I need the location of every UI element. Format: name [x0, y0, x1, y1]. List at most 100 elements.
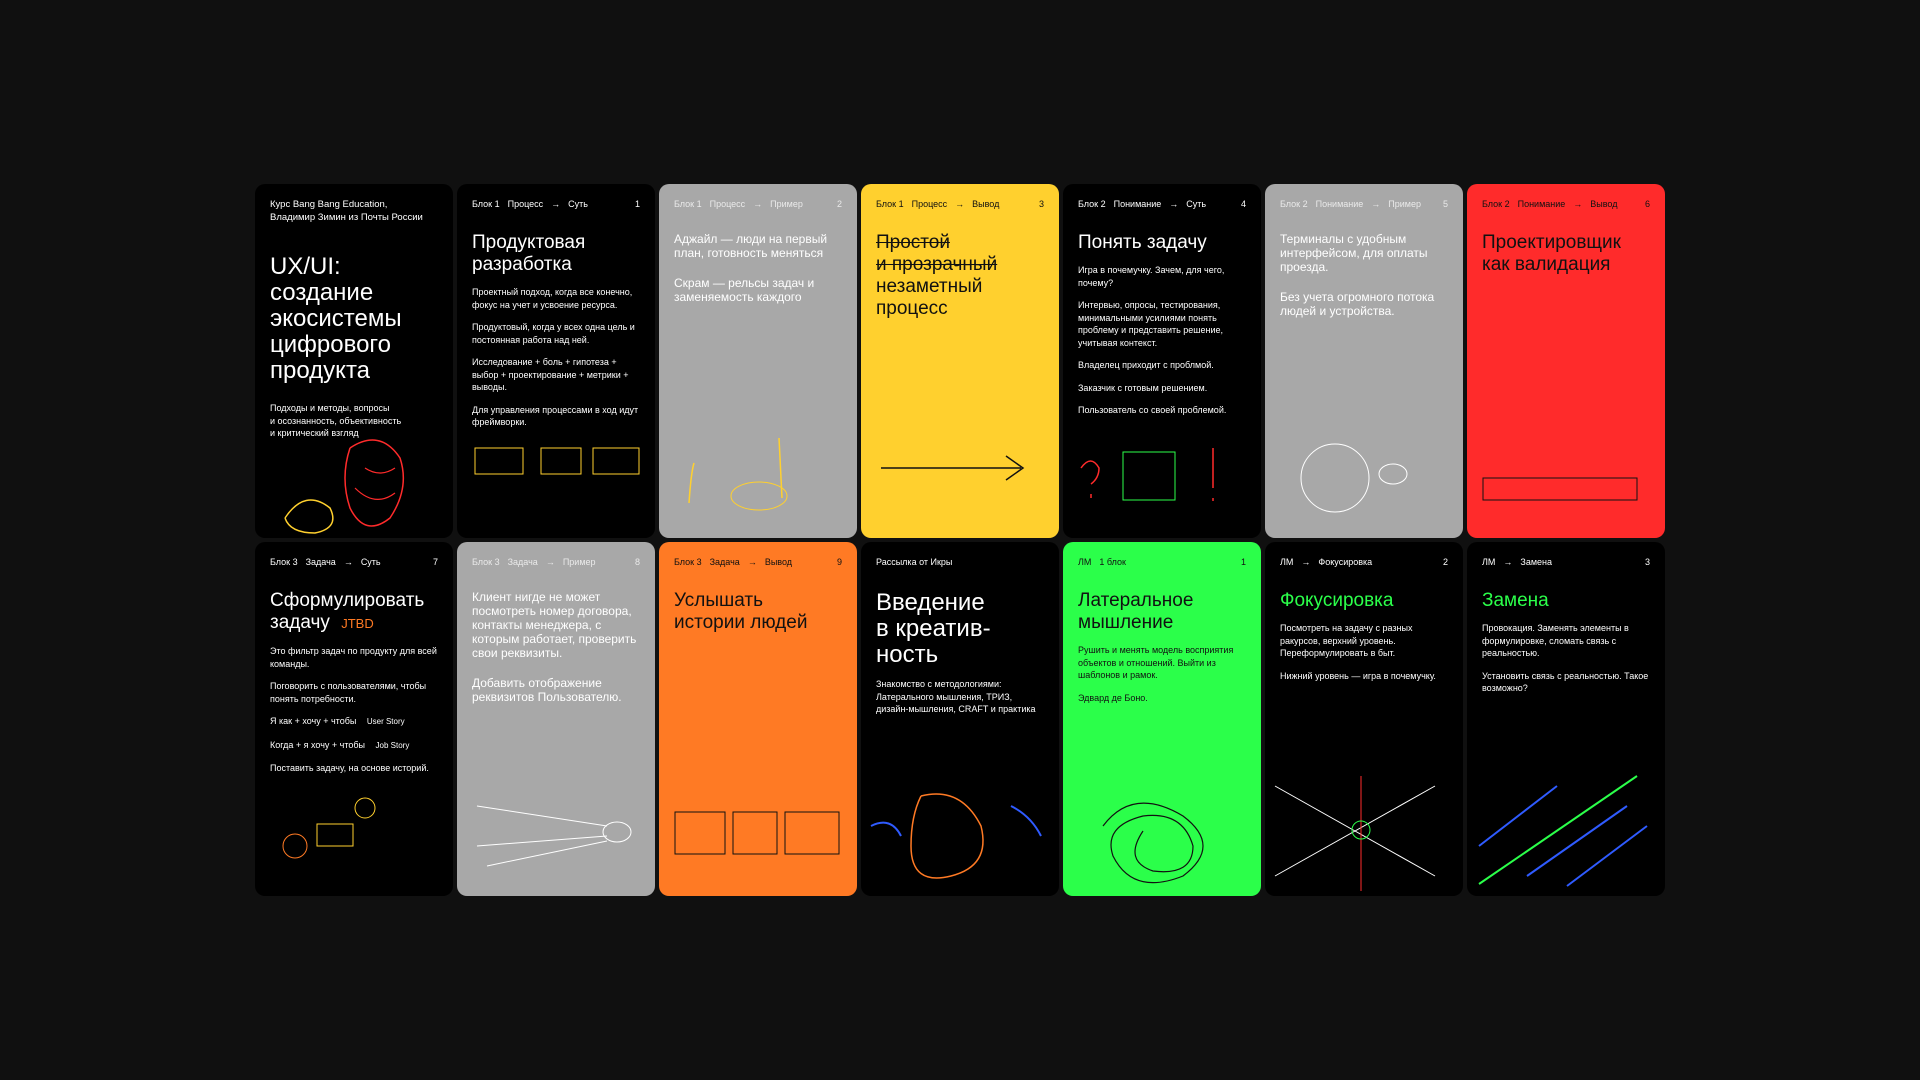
arrow-right-icon: → — [551, 199, 561, 209]
paragraph: Без учета огромного потока людей и устро… — [1280, 290, 1435, 318]
arrow-right-icon: → — [747, 557, 757, 567]
slide-focusing[interactable]: ЛМ → Фокусировка 2 Фокусировка Посмотрет… — [1265, 542, 1463, 896]
block-label: Блок 3 — [472, 557, 500, 567]
title-line: Введение — [876, 589, 985, 616]
slide-client-example[interactable]: Блок 3 Задача → Пример 8 Клиент нигде не… — [457, 542, 655, 896]
intro-line: Владимир Зимин из Почты России — [270, 212, 423, 223]
section-label: Задача — [709, 557, 740, 567]
paragraph: Игра в почемучку. Зачем, для чего, почем… — [1078, 265, 1225, 288]
paragraph: Аджайл — люди на первый план, готовность… — [674, 232, 828, 260]
scribble-doodle — [1102, 802, 1204, 884]
title-line: Проектировщик — [1482, 232, 1621, 253]
step-label: Суть — [568, 199, 588, 209]
paragraph: Клиент нигде не может посмотреть номер д… — [472, 590, 637, 660]
slide-header: Блок 3 Задача → Пример 8 — [472, 556, 640, 568]
slide-number: 1 — [1240, 557, 1246, 567]
slide-number: 1 — [634, 199, 640, 209]
arrow-right-icon: → — [1371, 199, 1381, 209]
slides-grid: Курс Bang Bang Education, Владимир Зимин… — [255, 184, 1665, 896]
title-line: истории людей — [674, 612, 808, 633]
step-label: Пример — [770, 199, 803, 209]
slide-number: 5 — [1442, 199, 1448, 209]
slide-header: Блок 3 Задача → Вывод 9 — [674, 556, 842, 568]
face-doodle — [1300, 443, 1408, 513]
paragraph: Скрам — рельсы задач и заменяемость кажд… — [674, 276, 815, 304]
paragraph: Нижний уровень — игра в почемучку. — [1280, 670, 1436, 681]
slide-understand-task[interactable]: Блок 2 Понимание → Суть 4 Понять задачу … — [1063, 184, 1261, 538]
section-label: Задача — [507, 557, 538, 567]
slide-agile-example[interactable]: Блок 1 Процесс → Пример 2 Аджайл — люди … — [659, 184, 857, 538]
section-label: Процесс — [911, 199, 948, 209]
slide-number: 4 — [1240, 199, 1246, 209]
block-label: ЛМ — [1280, 557, 1294, 567]
paragraph: Посмотреть на задачу с разных ракурсов, … — [1280, 623, 1413, 658]
slide-header: Блок 2 Понимание → Суть 4 — [1078, 198, 1246, 210]
slide-product-development[interactable]: Блок 1 Процесс → Суть 1 Продуктовая разр… — [457, 184, 655, 538]
figure-doodle — [870, 793, 1042, 879]
block-label: Блок 2 — [1078, 199, 1106, 209]
slide-cover[interactable]: Курс Bang Bang Education, Владимир Зимин… — [255, 184, 453, 538]
slide-header: Рассылка от Икры — [876, 556, 1044, 568]
step-label: Пример — [1388, 199, 1421, 209]
arrow-right-icon: → — [1169, 199, 1179, 209]
slide-header: ЛМ 1 блок 1 — [1078, 556, 1246, 568]
title-line: и прозрачный — [876, 254, 998, 275]
title-line: Услышать — [674, 590, 764, 611]
arrow-right-icon: → — [343, 557, 353, 567]
title-line: Продуктовая — [472, 232, 586, 253]
step-label: Суть — [360, 557, 381, 567]
arrow-right-icon: → — [1503, 557, 1513, 567]
step-label: Суть — [1186, 199, 1207, 209]
slide-replacement[interactable]: ЛМ → Замена 3 Замена Провокация. Заменят… — [1467, 542, 1665, 896]
handwritten-note: User Story — [366, 717, 405, 726]
title-line: процесс — [876, 298, 948, 319]
block-label: Блок 3 — [270, 557, 298, 567]
title-word: задачу — [270, 612, 330, 633]
cover-title: UX/UI: создание экосистемы цифрового про… — [270, 254, 438, 384]
step-label: Вывод — [1590, 199, 1618, 209]
step-label: Вывод — [764, 557, 793, 567]
slide-number: 3 — [1644, 557, 1650, 567]
slide-header: Блок 2 Понимание → Пример 5 — [1280, 198, 1448, 210]
slide-header: Блок 1 Процесс → Суть 1 — [472, 198, 640, 210]
block-label: ЛМ — [1078, 557, 1092, 567]
slide-number: 9 — [836, 557, 842, 567]
slide-process-conclusion[interactable]: Блок 1 Процесс → Вывод 3 Простой и прозр… — [861, 184, 1059, 538]
section-label: Понимание — [1315, 199, 1364, 209]
slide-designer-validation[interactable]: Блок 2 Понимание → Вывод 6 Проектировщик… — [1467, 184, 1665, 538]
slide-formulate-task[interactable]: Блок 3 Задача → Суть 7 Сформулировать за… — [255, 542, 453, 896]
arrow-right-icon: → — [955, 199, 965, 209]
slide-title: Сформулировать задачу JTBD — [270, 590, 438, 635]
slide-header: Блок 1 Процесс → Пример 2 — [674, 198, 842, 210]
slide-creativity-intro[interactable]: Рассылка от Икры Введение в креатив- нос… — [861, 542, 1059, 896]
paragraph: Знакомство с методологиями: Латерального… — [876, 679, 1036, 714]
handwritten-note: JTBD — [341, 616, 374, 631]
formula-line: Когда + я хочу + чтобы Job Story — [270, 739, 438, 753]
block-label: Блок 2 — [1482, 199, 1510, 209]
section-label: Процесс — [709, 199, 746, 209]
slide-hear-stories[interactable]: Блок 3 Задача → Вывод 9 Услышать истории… — [659, 542, 857, 896]
block-label: Блок 1 — [876, 199, 904, 209]
storyboard-doodle — [674, 811, 840, 855]
title-line: в креатив- — [876, 615, 991, 642]
arrows-doodle — [1478, 775, 1648, 887]
frames-doodle — [474, 447, 640, 475]
formula-line: Я как + хочу + чтобы User Story — [270, 715, 438, 729]
paragraph: Рушить и менять модель восприятия объект… — [1078, 645, 1234, 680]
paragraph: Это фильтр задач по продукту для всей ко… — [270, 646, 437, 669]
slide-terminals-example[interactable]: Блок 2 Понимание → Пример 5 Терминалы с … — [1265, 184, 1463, 538]
formula-text: Я как + хочу + чтобы — [270, 716, 357, 726]
slide-lateral-thinking[interactable]: ЛМ 1 блок 1 Латеральное мышление Рушить … — [1063, 542, 1261, 896]
section-label: 1 блок — [1099, 557, 1126, 567]
slide-title: Услышать истории людей — [674, 590, 842, 634]
slide-number: 3 — [1038, 199, 1044, 209]
slide-header: Блок 1 Процесс → Вывод 3 — [876, 198, 1044, 210]
cross-doodle — [1274, 776, 1436, 891]
block-label: ЛМ — [1482, 557, 1496, 567]
title-line: Понять задачу — [1078, 232, 1207, 253]
slide-number: 2 — [1442, 557, 1448, 567]
block-label: Блок 3 — [674, 557, 702, 567]
section-label: Понимание — [1517, 199, 1566, 209]
paragraph: Поговорить с пользователями, чтобы понят… — [270, 681, 427, 704]
slide-title: Введение в креатив- ность — [876, 590, 1044, 668]
